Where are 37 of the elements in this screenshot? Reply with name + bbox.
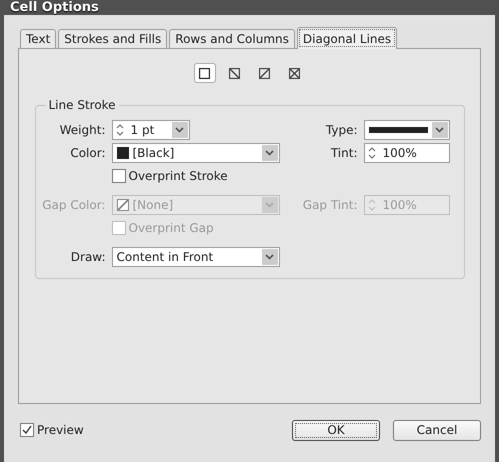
checkbox[interactable] bbox=[112, 169, 126, 183]
line-option-button[interactable] bbox=[194, 63, 216, 83]
dropdown[interactable]: Content in Front bbox=[112, 247, 280, 267]
spinner-icon[interactable] bbox=[116, 123, 124, 137]
field-label: Tint: bbox=[330, 146, 358, 160]
tab[interactable]: Diagonal Lines bbox=[296, 27, 398, 49]
field-label: Type: bbox=[324, 123, 358, 137]
tab[interactable]: Text bbox=[20, 29, 56, 48]
ok-button[interactable]: OK bbox=[292, 420, 380, 440]
spinner-field[interactable]: 100% bbox=[364, 143, 450, 163]
tab[interactable]: Strokes and Fills bbox=[58, 29, 168, 48]
caret-icon bbox=[435, 127, 444, 133]
spinner-icon[interactable] bbox=[368, 146, 376, 160]
checkbox-label: Overprint Gap bbox=[128, 221, 214, 235]
diagonal-cross-icon bbox=[289, 68, 300, 78]
checkbox-label: Preview bbox=[37, 423, 84, 437]
checkbox[interactable] bbox=[20, 423, 34, 437]
field-label: Draw: bbox=[70, 250, 106, 264]
stroke-type-dropdown[interactable] bbox=[364, 120, 450, 140]
diagonal-down-icon bbox=[229, 68, 240, 78]
caret-icon bbox=[175, 127, 184, 133]
cancel-button[interactable]: Cancel bbox=[393, 420, 481, 440]
caret-icon bbox=[265, 202, 274, 208]
window-title: Cell Options bbox=[10, 0, 99, 15]
weight-field[interactable]: 1 pt bbox=[112, 120, 190, 140]
caret-icon bbox=[265, 254, 274, 260]
color-dropdown[interactable]: [Black] bbox=[112, 143, 280, 163]
field-label: Color: bbox=[69, 146, 106, 160]
checkbox-label: Overprint Stroke bbox=[128, 169, 228, 183]
diagonal-up-icon bbox=[259, 68, 270, 78]
field-label: Gap Tint: bbox=[302, 198, 358, 212]
caret-icon bbox=[265, 150, 274, 156]
field-label: Gap Color: bbox=[41, 198, 106, 212]
diagonal-none-icon bbox=[199, 68, 210, 78]
field-label: Weight: bbox=[58, 123, 106, 137]
group-title: Line Stroke bbox=[46, 98, 119, 112]
tab[interactable]: Rows and Columns bbox=[169, 29, 295, 48]
